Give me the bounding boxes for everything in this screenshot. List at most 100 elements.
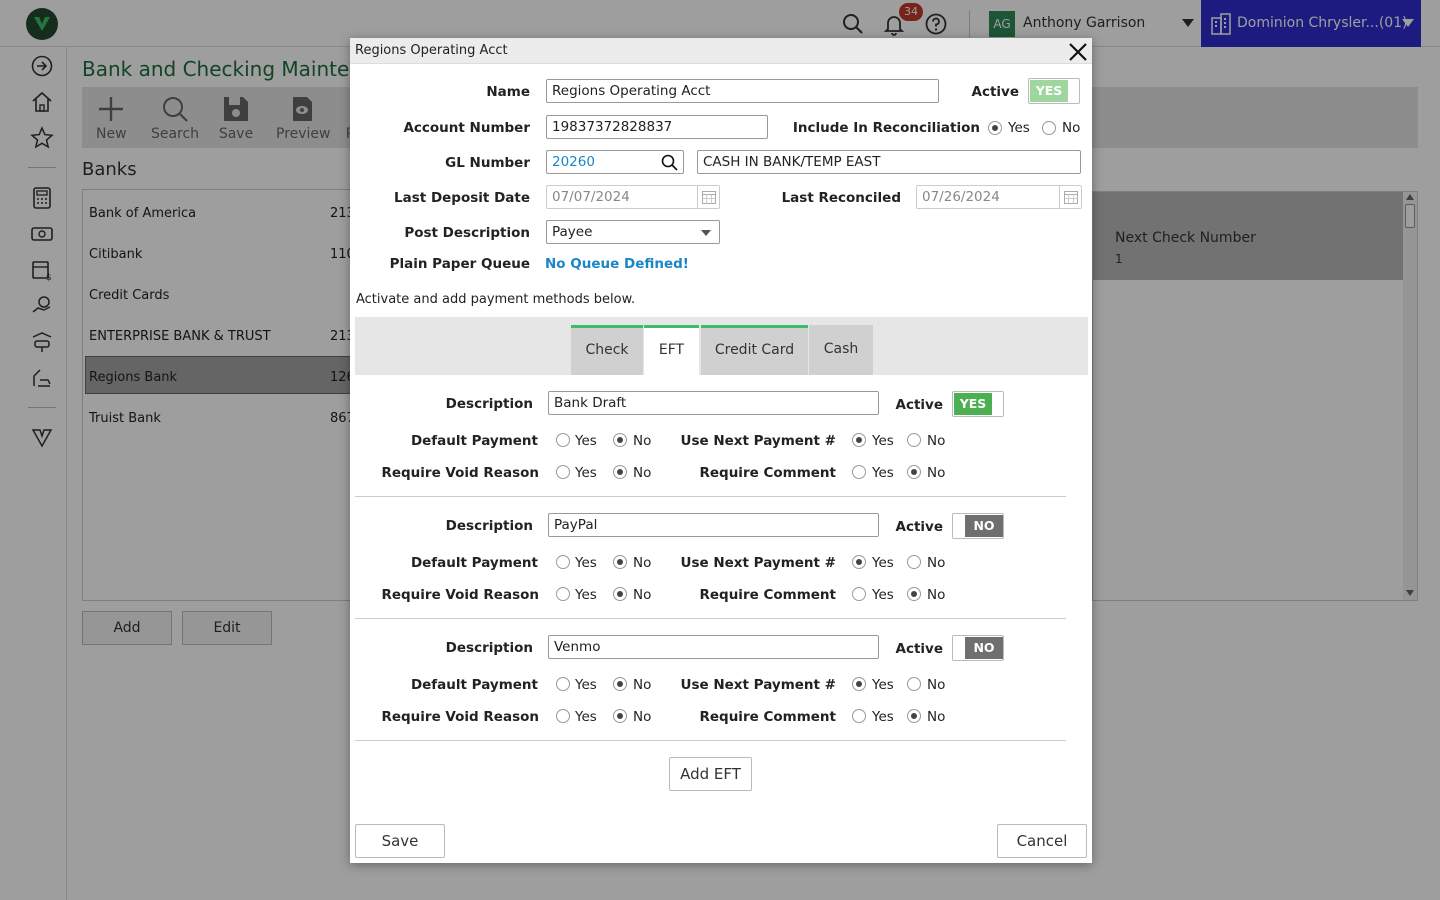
radio-label: No — [633, 433, 652, 449]
last-reconciled-label: Last Reconciled — [781, 190, 901, 206]
tab-eft[interactable]: EFT — [644, 325, 699, 375]
search-icon[interactable] — [661, 154, 678, 171]
radio-label: No — [927, 433, 946, 449]
use-next-no-radio[interactable] — [907, 433, 921, 447]
active-label: Active — [895, 519, 944, 535]
default-payment-yes-radio[interactable] — [556, 433, 570, 447]
radio-label: Yes — [1008, 120, 1030, 136]
calendar-icon — [1064, 191, 1078, 204]
gl-number-label: GL Number — [445, 155, 530, 171]
use-next-no-radio[interactable] — [907, 677, 921, 691]
active-label: Active — [895, 641, 944, 657]
require-comment-yes-radio[interactable] — [852, 587, 866, 601]
radio-label: Yes — [872, 433, 894, 449]
close-icon[interactable] — [1067, 41, 1089, 63]
radio-label: Yes — [872, 587, 894, 603]
active-toggle[interactable]: YES — [1028, 78, 1080, 104]
radio-label: Yes — [575, 433, 597, 449]
void-reason-no-radio[interactable] — [613, 465, 627, 479]
void-reason-no-radio[interactable] — [613, 709, 627, 723]
radio-label: No — [633, 677, 652, 693]
radio-label: No — [927, 555, 946, 571]
divider — [355, 618, 1066, 619]
use-next-yes-radio[interactable] — [852, 677, 866, 691]
radio-label: Yes — [575, 709, 597, 725]
void-reason-yes-radio[interactable] — [556, 587, 570, 601]
queue-link[interactable]: No Queue Defined! — [545, 256, 689, 272]
gl-description-input[interactable] — [697, 150, 1081, 174]
eft-description-input[interactable] — [548, 635, 879, 659]
description-label: Description — [445, 640, 533, 656]
radio-label: Yes — [872, 555, 894, 571]
default-payment-no-radio[interactable] — [613, 677, 627, 691]
require-comment-no-radio[interactable] — [907, 709, 921, 723]
eft-description-input[interactable] — [548, 513, 879, 537]
post-description-label: Post Description — [404, 225, 530, 241]
name-label: Name — [486, 84, 530, 100]
divider — [355, 496, 1066, 497]
dialog-title: Regions Operating Acct — [355, 43, 508, 58]
recon-no-radio[interactable] — [1042, 121, 1056, 135]
eft-active-toggle[interactable]: YES — [952, 391, 1004, 417]
name-input[interactable] — [546, 79, 939, 103]
radio-label: No — [927, 709, 946, 725]
radio-label: No — [927, 465, 946, 481]
calendar-icon — [702, 191, 716, 204]
default-payment-label: Default Payment — [410, 555, 538, 571]
last-reconciled-input[interactable] — [916, 185, 1082, 209]
default-payment-yes-radio[interactable] — [556, 555, 570, 569]
tab-credit-card[interactable]: Credit Card — [701, 325, 808, 375]
description-label: Description — [445, 396, 533, 412]
default-payment-label: Default Payment — [410, 677, 538, 693]
calendar-button[interactable] — [697, 185, 719, 209]
require-comment-no-radio[interactable] — [907, 465, 921, 479]
radio-label: No — [633, 587, 652, 603]
active-label: Active — [971, 84, 1020, 100]
toggle-knob — [954, 515, 964, 537]
eft-active-toggle[interactable]: NO — [952, 513, 1004, 539]
require-comment-yes-radio[interactable] — [852, 709, 866, 723]
reconciliation-label: Include In Reconciliation — [792, 120, 980, 136]
require-comment-no-radio[interactable] — [907, 587, 921, 601]
account-number-input[interactable] — [546, 115, 768, 139]
require-comment-label: Require Comment — [699, 709, 836, 725]
default-payment-no-radio[interactable] — [613, 433, 627, 447]
dialog-header: Regions Operating Acct — [350, 38, 1092, 64]
void-reason-label: Require Void Reason — [381, 587, 539, 603]
use-next-payment-label: Use Next Payment # — [680, 433, 837, 449]
calendar-button[interactable] — [1059, 185, 1081, 209]
require-comment-label: Require Comment — [699, 587, 836, 603]
void-reason-no-radio[interactable] — [613, 587, 627, 601]
radio-label: No — [633, 555, 652, 571]
cancel-button[interactable]: Cancel — [997, 824, 1087, 858]
payment-method-tabs: Check EFT Credit Card Cash — [355, 317, 1088, 375]
require-comment-yes-radio[interactable] — [852, 465, 866, 479]
post-description-select[interactable]: Payee — [546, 220, 720, 244]
radio-label: Yes — [872, 677, 894, 693]
radio-label: No — [633, 709, 652, 725]
void-reason-yes-radio[interactable] — [556, 709, 570, 723]
eft-description-input[interactable] — [548, 391, 879, 415]
default-payment-yes-radio[interactable] — [556, 677, 570, 691]
radio-label: No — [927, 587, 946, 603]
default-payment-no-radio[interactable] — [613, 555, 627, 569]
description-label: Description — [445, 518, 533, 534]
use-next-no-radio[interactable] — [907, 555, 921, 569]
save-button[interactable]: Save — [355, 824, 445, 858]
use-next-yes-radio[interactable] — [852, 433, 866, 447]
void-reason-yes-radio[interactable] — [556, 465, 570, 479]
add-eft-button[interactable]: Add EFT — [669, 757, 752, 791]
radio-label: Yes — [872, 465, 894, 481]
toggle-knob — [954, 637, 964, 659]
last-deposit-input[interactable] — [546, 185, 720, 209]
void-reason-label: Require Void Reason — [381, 465, 539, 481]
use-next-yes-radio[interactable] — [852, 555, 866, 569]
radio-label: Yes — [575, 555, 597, 571]
radio-label: No — [633, 465, 652, 481]
tab-cash[interactable]: Cash — [809, 325, 873, 375]
recon-yes-radio[interactable] — [988, 121, 1002, 135]
last-deposit-label: Last Deposit Date — [394, 190, 530, 206]
tab-check[interactable]: Check — [571, 325, 643, 375]
eft-active-toggle[interactable]: NO — [952, 635, 1004, 661]
radio-label: Yes — [872, 709, 894, 725]
